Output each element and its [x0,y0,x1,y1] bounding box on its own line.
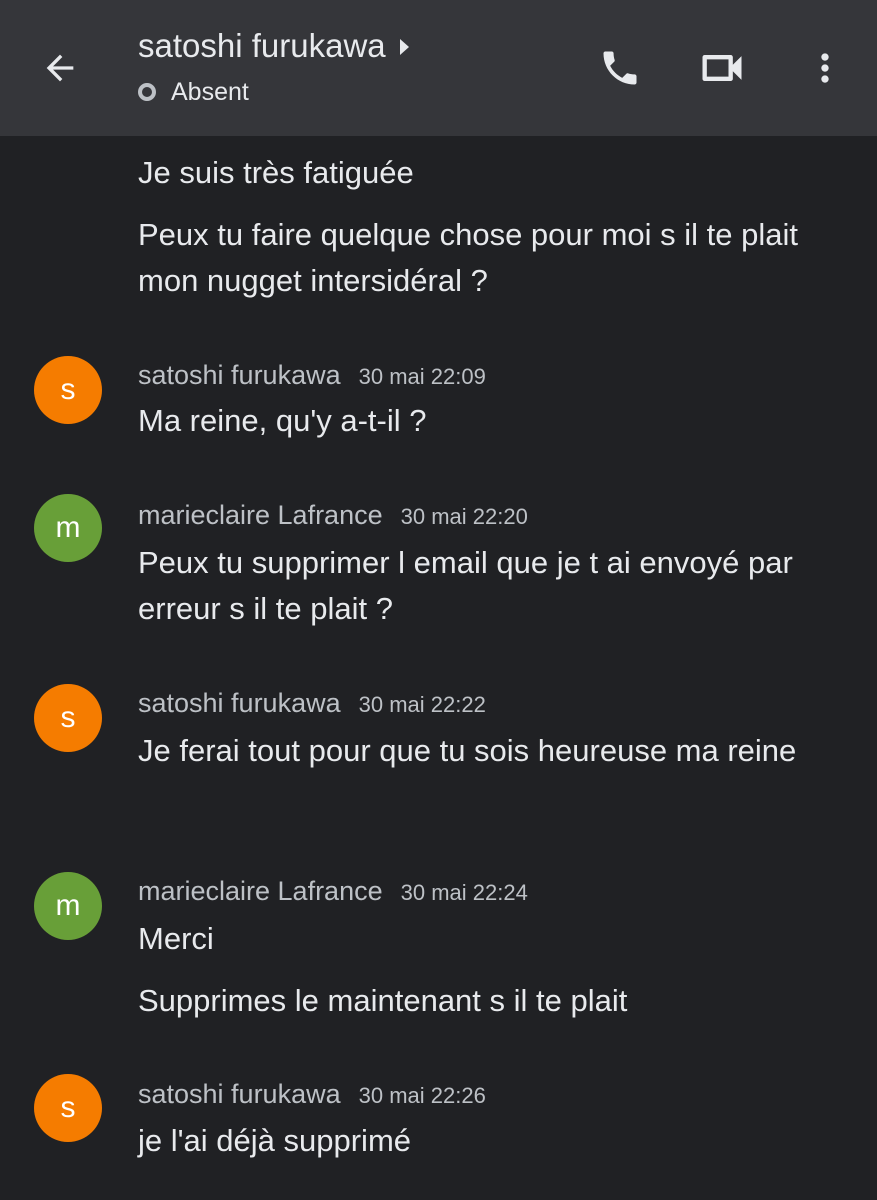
message-text: Merci [138,921,214,956]
message-header: marieclaire Lafrance 30 mai 22:20 [138,500,528,534]
message-timestamp: 30 mai 22:09 [358,364,486,389]
avatar[interactable]: s [34,684,102,752]
more-vert-icon [821,53,829,83]
presence-status: Absent [171,77,249,106]
message-header: satoshi furukawa 30 mai 22:09 [138,360,486,394]
call-button[interactable] [592,40,648,96]
caret-right-icon [399,39,409,55]
message-text: Peux tu supprimer l email que je t ai en… [138,545,793,626]
more-options-button[interactable] [797,40,853,96]
message-text: Je ferai tout pour que tu sois heureuse … [138,733,797,768]
message-timestamp: 30 mai 22:26 [358,1083,486,1108]
arrow-back-icon [46,54,74,82]
message-header: satoshi furukawa 30 mai 22:22 [138,688,486,722]
sender-name: marieclaire Lafrance [138,500,383,530]
conversation-title-area[interactable]: satoshi furukawa Absent [138,24,409,108]
message-header: marieclaire Lafrance 30 mai 22:24 [138,876,528,910]
message-text: Supprimes le maintenant s il te plait [138,983,628,1018]
sender-name: marieclaire Lafrance [138,876,383,906]
message-text: je l'ai déjà supprimé [138,1123,412,1158]
message-text: Peux tu faire quelque chose pour moi s i… [138,217,798,298]
presence-status-icon [138,83,156,101]
top-app-bar: satoshi furukawa Absent [0,0,877,136]
video-camera-icon [702,55,742,81]
avatar[interactable]: m [34,872,102,940]
video-call-button[interactable] [694,40,750,96]
back-button[interactable] [36,44,84,92]
message-header: satoshi furukawa 30 mai 22:26 [138,1079,486,1113]
avatar[interactable]: s [34,1074,102,1142]
phone-icon [603,51,637,85]
contact-name: satoshi furukawa [138,27,386,64]
sender-name: satoshi furukawa [138,1079,341,1109]
sender-name: satoshi furukawa [138,688,341,718]
message-text: Je suis très fatiguée [138,155,414,190]
avatar[interactable]: m [34,494,102,562]
message-text: Ma reine, qu'y a-t-il ? [138,403,427,438]
sender-name: satoshi furukawa [138,360,341,390]
avatar[interactable]: s [34,356,102,424]
message-timestamp: 30 mai 22:24 [400,880,528,905]
message-timestamp: 30 mai 22:22 [358,692,486,717]
message-timestamp: 30 mai 22:20 [400,504,528,529]
